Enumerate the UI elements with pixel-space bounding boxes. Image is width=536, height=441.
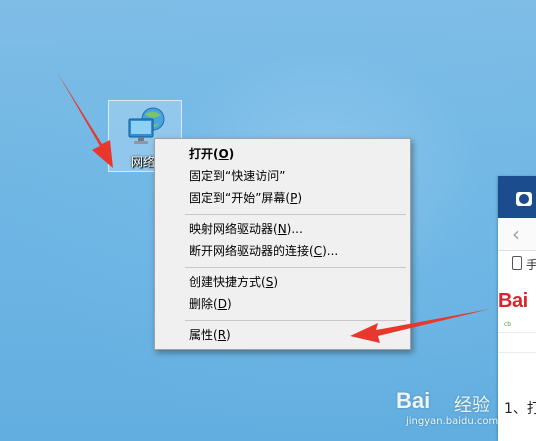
menu-item-mnemonic: N (277, 222, 287, 236)
menu-item-suffix: ) (226, 297, 232, 311)
desktop-icon-label: 网络 (130, 155, 155, 169)
context-menu-item[interactable]: 属性(R) (189, 326, 231, 344)
context-menu-item[interactable]: 固定到“开始”屏幕(P) (189, 189, 302, 207)
menu-separator (185, 267, 406, 268)
context-menu-item[interactable]: 固定到“快速访问” (189, 167, 285, 185)
menu-item-suffix: ) (297, 191, 303, 205)
menu-item-mnemonic: R (217, 328, 227, 342)
menu-item-suffix: )... (286, 222, 303, 236)
menu-item-label: 创建快捷方式( (189, 275, 266, 289)
watermark-text: 经验 (454, 395, 490, 416)
menu-separator (185, 320, 406, 321)
menu-item-mnemonic: C (313, 244, 323, 258)
menu-item-label: 固定到“开始”屏幕( (189, 191, 291, 205)
menu-item-label: 映射网络驱动器( (189, 222, 278, 236)
context-menu: 打开(O) 固定到“快速访问” 固定到“开始”屏幕(P) 映射网络驱动器(N)... 断… (154, 138, 411, 350)
context-menu-item[interactable]: 打开(O) (189, 145, 234, 163)
baidu-logo-tag: cb (504, 321, 512, 328)
menu-item-mnemonic: O (218, 147, 229, 161)
baidu-paw-icon-inner (519, 194, 529, 204)
menu-item-mnemonic: D (217, 297, 227, 311)
context-menu-item[interactable]: 映射网络驱动器(N)... (189, 220, 303, 238)
menu-item-suffix: ) (228, 147, 235, 161)
browser-address-text[interactable]: 手 (526, 256, 536, 273)
menu-item-label: 打开( (189, 147, 219, 161)
back-chevron-icon[interactable]: ‹ (512, 222, 520, 246)
divider (498, 352, 536, 353)
divider (498, 332, 536, 333)
menu-item-label: 属性( (189, 328, 218, 342)
baidu-logo: Bai (498, 290, 528, 312)
menu-separator (185, 214, 406, 215)
context-menu-item[interactable]: 断开网络驱动器的连接(C)... (189, 242, 338, 260)
context-menu-item[interactable]: 创建快捷方式(S) (189, 273, 278, 291)
menu-item-suffix: ) (226, 328, 231, 342)
menu-item-suffix: ) (273, 275, 278, 289)
menu-item-label: 断开网络驱动器的连接( (189, 244, 314, 258)
context-menu-item[interactable]: 删除(D) (189, 295, 232, 313)
menu-item-label: 删除( (189, 297, 218, 311)
watermark-url: jingyan.baidu.com (406, 416, 499, 427)
watermark-logo: Bai (396, 388, 431, 413)
menu-item-suffix: )... (322, 244, 339, 258)
baidu-jingyan-watermark: Bai 经验 jingyan.baidu.com (396, 388, 536, 441)
mobile-icon (512, 256, 522, 270)
menu-item-label: 固定到“快速访问” (189, 169, 286, 183)
arrow-to-icon (57, 72, 113, 168)
